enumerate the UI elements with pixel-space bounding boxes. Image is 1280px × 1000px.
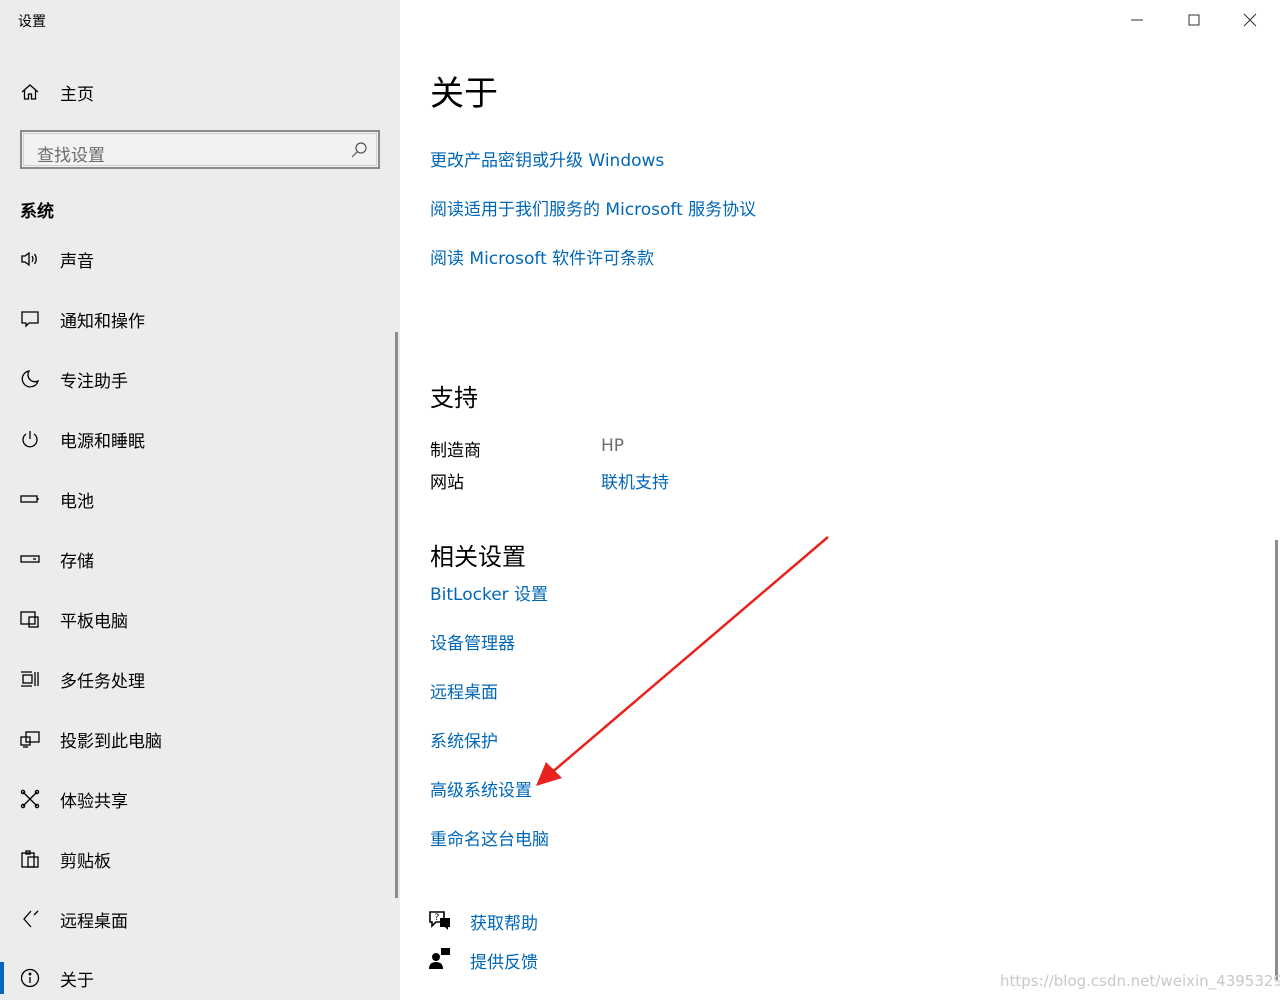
search-placeholder: 查找设置 bbox=[37, 146, 105, 166]
page-title: 关于 bbox=[430, 74, 498, 114]
sidebar-item-focus-assist[interactable]: 专注助手 bbox=[0, 357, 400, 401]
manufacturer-value: HP bbox=[601, 436, 625, 456]
notification-icon bbox=[19, 308, 41, 330]
sidebar-item-label: 专注助手 bbox=[60, 372, 128, 392]
sidebar-item-about[interactable]: 关于 bbox=[0, 956, 400, 1000]
support-heading: 支持 bbox=[430, 384, 478, 412]
multitask-icon bbox=[19, 668, 41, 690]
sidebar-item-label: 远程桌面 bbox=[60, 912, 128, 932]
sidebar-item-shared-experiences[interactable]: 体验共享 bbox=[0, 777, 400, 821]
sidebar-item-label: 多任务处理 bbox=[60, 672, 145, 692]
maximize-button[interactable] bbox=[1182, 8, 1206, 32]
power-icon bbox=[19, 428, 41, 450]
main-scrollbar[interactable] bbox=[1275, 540, 1278, 980]
sidebar-item-sound[interactable]: 声音 bbox=[0, 237, 400, 281]
battery-icon bbox=[19, 488, 41, 510]
sidebar-item-project[interactable]: 投影到此电脑 bbox=[0, 717, 400, 761]
remote-desktop-icon bbox=[19, 908, 41, 930]
sidebar-scrollbar[interactable] bbox=[395, 332, 398, 898]
give-feedback-label: 提供反馈 bbox=[470, 953, 538, 973]
clipboard-icon bbox=[19, 848, 41, 870]
project-icon bbox=[19, 728, 41, 750]
tablet-icon bbox=[19, 608, 41, 630]
main-content: 关于 更改产品密钥或升级 Windows 阅读适用于我们服务的 Microsof… bbox=[400, 0, 1280, 1000]
rename-pc-link[interactable]: 重命名这台电脑 bbox=[430, 825, 549, 850]
sidebar-item-storage[interactable]: 存储 bbox=[0, 537, 400, 581]
related-settings-heading: 相关设置 bbox=[430, 543, 526, 571]
search-icon[interactable] bbox=[350, 141, 368, 159]
device-manager-link[interactable]: 设备管理器 bbox=[430, 629, 515, 654]
sidebar-item-remote-desktop[interactable]: 远程桌面 bbox=[0, 897, 400, 941]
storage-icon bbox=[19, 548, 41, 570]
sidebar-item-label: 电池 bbox=[60, 492, 94, 512]
upgrade-windows-link[interactable]: 更改产品密钥或升级 Windows bbox=[430, 146, 664, 171]
close-button[interactable] bbox=[1238, 8, 1262, 32]
watermark: https://blog.csdn.net/weixin_43953297 bbox=[1000, 972, 1280, 990]
service-agreement-link[interactable]: 阅读适用于我们服务的 Microsoft 服务协议 bbox=[430, 195, 756, 220]
chat-help-icon: ? bbox=[428, 908, 452, 932]
minimize-button[interactable] bbox=[1125, 8, 1149, 32]
sidebar-item-multitasking[interactable]: 多任务处理 bbox=[0, 657, 400, 701]
moon-icon bbox=[19, 368, 41, 390]
sidebar-item-label: 存储 bbox=[60, 552, 94, 572]
sidebar-item-label: 剪贴板 bbox=[60, 852, 111, 872]
search-input[interactable]: 查找设置 bbox=[20, 130, 380, 169]
license-terms-link[interactable]: 阅读 Microsoft 软件许可条款 bbox=[430, 244, 654, 269]
sidebar-item-tablet[interactable]: 平板电脑 bbox=[0, 597, 400, 641]
website-label: 网站 bbox=[430, 473, 464, 493]
bitlocker-settings-link[interactable]: BitLocker 设置 bbox=[430, 580, 548, 605]
share-icon bbox=[19, 788, 41, 810]
sidebar-item-label: 电源和睡眠 bbox=[60, 432, 145, 452]
manufacturer-label: 制造商 bbox=[430, 441, 481, 461]
svg-text:?: ? bbox=[435, 913, 440, 923]
sidebar-item-label: 平板电脑 bbox=[60, 612, 128, 632]
online-support-link[interactable]: 联机支持 bbox=[601, 468, 669, 493]
sidebar-item-label: 体验共享 bbox=[60, 792, 128, 812]
sidebar-item-label: 投影到此电脑 bbox=[60, 732, 162, 752]
sidebar-item-clipboard[interactable]: 剪贴板 bbox=[0, 837, 400, 881]
sidebar-item-label: 关于 bbox=[60, 971, 94, 991]
system-protection-link[interactable]: 系统保护 bbox=[430, 727, 498, 752]
sidebar-item-label: 主页 bbox=[60, 85, 94, 105]
info-icon bbox=[19, 967, 41, 989]
advanced-system-settings-link[interactable]: 高级系统设置 bbox=[430, 776, 532, 801]
app-title: 设置 bbox=[18, 14, 46, 30]
section-header: 系统 bbox=[20, 202, 54, 222]
home-icon bbox=[19, 81, 41, 103]
speaker-icon bbox=[19, 248, 41, 270]
sidebar-item-label: 通知和操作 bbox=[60, 312, 145, 332]
get-help-label: 获取帮助 bbox=[470, 914, 538, 934]
sidebar-item-notifications[interactable]: 通知和操作 bbox=[0, 297, 400, 341]
feedback-person-icon bbox=[428, 947, 452, 971]
sidebar-item-power[interactable]: 电源和睡眠 bbox=[0, 417, 400, 461]
remote-desktop-link[interactable]: 远程桌面 bbox=[430, 678, 498, 703]
sidebar: 设置 主页 查找设置 系统 声音 通知和操作 专注助手 电源和睡眠 电池 存储 … bbox=[0, 0, 400, 1000]
sidebar-item-home[interactable]: 主页 bbox=[0, 72, 400, 112]
sidebar-item-label: 声音 bbox=[60, 252, 94, 272]
sidebar-item-battery[interactable]: 电池 bbox=[0, 477, 400, 521]
